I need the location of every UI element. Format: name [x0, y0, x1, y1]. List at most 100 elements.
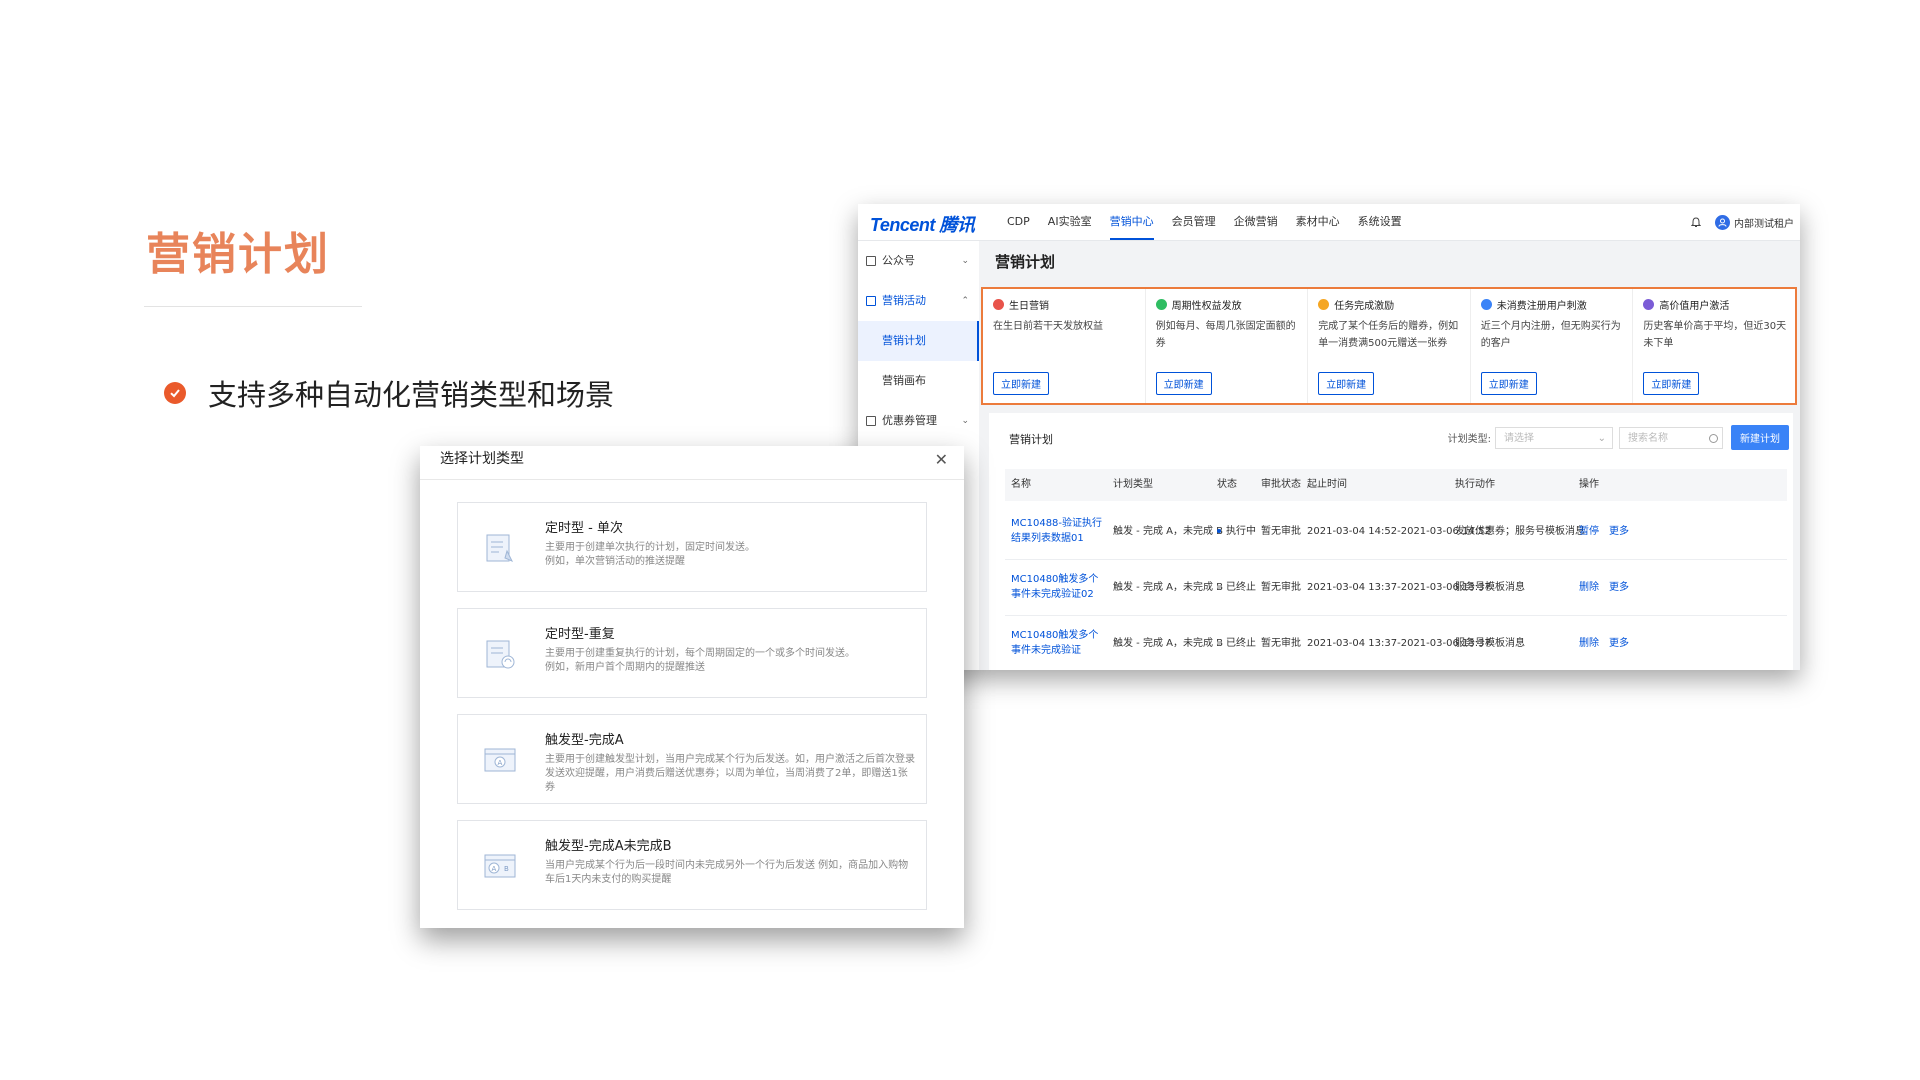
pause-link[interactable]: 暂停: [1579, 503, 1599, 559]
nav-item-wecom[interactable]: 企微营销: [1225, 204, 1287, 240]
diamond-icon: [1643, 299, 1655, 310]
plan-type-option-scheduled-once[interactable]: 定时型 - 单次 主要用于创建单次执行的计划，固定时间发送。 例如，单次营销活动…: [457, 502, 927, 592]
status-dot: [1217, 585, 1221, 589]
slide-title: 营销计划: [146, 229, 330, 280]
nav-item-cdp[interactable]: CDP: [998, 204, 1039, 240]
plan-type-option-trigger-a-not-b[interactable]: AB 触发型-完成A未完成B 当用户完成某个行为后一段时间内未完成另外一个行为后…: [457, 820, 927, 910]
new-plan-button[interactable]: 新建计划: [1731, 425, 1789, 450]
nav-item-marketing-center[interactable]: 营销中心: [1101, 204, 1163, 240]
nav-menu: CDP AI实验室 营销中心 会员管理 企微营销 素材中心 系统设置: [998, 204, 1411, 240]
approval-cell: 暂无审批: [1261, 525, 1301, 537]
option-title: 触发型-完成A未完成B: [545, 839, 672, 854]
sidebar-item-marketing-plan[interactable]: 营销计划: [858, 321, 979, 361]
plan-type-option-scheduled-repeat[interactable]: 定时型-重复 主要用于创建重复执行的计划，每个周期固定的一个或多个时间发送。 例…: [457, 608, 927, 698]
tencent-logo[interactable]: Tencent 腾讯: [870, 211, 975, 237]
create-now-button[interactable]: 立即新建: [1480, 372, 1537, 395]
close-icon[interactable]: ✕: [935, 450, 948, 469]
sidebar-item-marketing-activity[interactable]: 营销活动 ⌃: [858, 281, 979, 321]
chevron-up-icon: ⌃: [961, 296, 969, 306]
nav-right: 内部测试租户: [1691, 204, 1794, 240]
book-icon: [866, 416, 876, 426]
nav-item-material[interactable]: 素材中心: [1287, 204, 1349, 240]
user-name[interactable]: 内部测试租户: [1734, 215, 1794, 230]
sidebar-item-official-account[interactable]: 公众号 ⌄: [858, 241, 979, 281]
delete-link[interactable]: 删除: [1579, 559, 1599, 615]
more-link[interactable]: 更多: [1609, 559, 1629, 615]
table-row: MC10488-验证执行结果列表数据01 触发 - 完成 A，未完成 B 执行中…: [1005, 503, 1787, 560]
task-icon: [1318, 299, 1330, 310]
check-circle-icon: [164, 382, 186, 404]
title-divider: [144, 306, 362, 307]
option-desc: 主要用于创建重复执行的计划，每个周期固定的一个或多个时间发送。 例如，新用户首个…: [545, 648, 855, 673]
svg-text:B: B: [504, 865, 509, 873]
svg-text:A: A: [492, 865, 497, 873]
card-desc: 历史客单价高于平均，但近30天未下单: [1643, 321, 1787, 349]
status-cell: 已终止: [1217, 559, 1256, 615]
status-cell: 已终止: [1217, 615, 1256, 670]
status-dot: [1217, 641, 1221, 645]
status-dot: [1217, 529, 1221, 533]
bullet-point: 支持多种自动化营销类型和场景: [164, 372, 614, 414]
approval-cell: 暂无审批: [1261, 637, 1301, 649]
scenario-card-task: 任务完成激励 完成了某个任务后的赠券，例如单一消费满500元赠送一张券 立即新建: [1308, 289, 1471, 403]
card-desc: 完成了某个任务后的赠券，例如单一消费满500元赠送一张券: [1318, 321, 1459, 349]
table-filters: 计划类型: 请选择 ⌄ 搜索名称 新建计划: [1448, 425, 1789, 450]
bullet-text: 支持多种自动化营销类型和场景: [208, 378, 615, 412]
status-cell: 执行中: [1217, 503, 1256, 559]
plan-name-link[interactable]: MC10488-验证执行结果列表数据01: [1011, 503, 1107, 559]
column-header: 计划类型: [1113, 479, 1153, 490]
nav-item-member[interactable]: 会员管理: [1163, 204, 1225, 240]
more-link[interactable]: 更多: [1609, 503, 1629, 559]
create-now-button[interactable]: 立即新建: [1155, 372, 1212, 395]
status-text: 执行中: [1226, 525, 1256, 537]
search-icon[interactable]: [1709, 433, 1718, 443]
plan-type-option-trigger-a[interactable]: A 触发型-完成A 主要用于创建触发型计划，当用户完成某个行为后发送。如，用户激…: [457, 714, 927, 804]
create-now-button[interactable]: 立即新建: [1643, 372, 1700, 395]
table-header: 名称 计划类型 状态 审批状态 起止时间 执行动作 操作: [1005, 469, 1787, 501]
sidebar-item-coupon[interactable]: 优惠券管理 ⌄: [858, 401, 979, 441]
search-input[interactable]: 搜索名称: [1619, 426, 1723, 449]
table-row: MC10480触发多个事件未完成验证 触发 - 完成 A，未完成 B 已终止 暂…: [1005, 615, 1787, 670]
action-cell: 服务号模板消息: [1455, 637, 1525, 649]
plan-type-cell: 触发 - 完成 A，未完成 B: [1113, 581, 1224, 593]
more-link[interactable]: 更多: [1609, 615, 1629, 670]
table-row: MC10480触发多个事件未完成验证02 触发 - 完成 A，未完成 B 已终止…: [1005, 559, 1787, 616]
scenario-card-periodic: 周期性权益发放 例如每月、每周几张固定面额的券 立即新建: [1146, 289, 1309, 403]
table-title: 营销计划: [1009, 433, 1053, 446]
sidebar-item-marketing-canvas[interactable]: 营销画布: [858, 361, 979, 401]
card-title: 任务完成激励: [1334, 301, 1395, 312]
dialog-title: 选择计划类型: [440, 451, 524, 467]
plan-type-select[interactable]: 请选择 ⌄: [1495, 426, 1613, 449]
calendar-icon: [1155, 299, 1167, 310]
plan-type-cell: 触发 - 完成 A，未完成 B: [1113, 525, 1224, 537]
dialog-divider: [420, 479, 964, 480]
nav-item-settings[interactable]: 系统设置: [1349, 204, 1411, 240]
status-text: 已终止: [1226, 637, 1256, 649]
main-content: 营销计划 生日营销 在生日前若干天发放权益 立即新建 周期性权益发放 例如每月、…: [979, 241, 1800, 670]
plan-name-link[interactable]: MC10480触发多个事件未完成验证: [1011, 615, 1107, 670]
user-icon: [1480, 299, 1492, 310]
chevron-down-icon: ⌄: [961, 416, 969, 426]
document-repeat-icon: [486, 640, 515, 669]
approval-cell: 暂无审批: [1261, 581, 1301, 593]
nav-item-ai-lab[interactable]: AI实验室: [1039, 204, 1101, 240]
card-desc: 例如每月、每周几张固定面额的券: [1155, 321, 1296, 349]
delete-link[interactable]: 删除: [1579, 615, 1599, 670]
sidebar-item-label: 营销活动: [882, 294, 926, 307]
avatar-icon[interactable]: [1715, 214, 1730, 230]
bell-icon[interactable]: [1691, 216, 1701, 228]
filter-label: 计划类型:: [1447, 434, 1491, 445]
plan-type-cell: 触发 - 完成 A，未完成 B: [1113, 637, 1224, 649]
app-screenshot: Tencent 腾讯 CDP AI实验室 营销中心 会员管理 企微营销 素材中心…: [858, 204, 1800, 670]
gift-icon: [993, 299, 1004, 310]
plan-name-link[interactable]: MC10480触发多个事件未完成验证02: [1011, 559, 1107, 615]
create-now-button[interactable]: 立即新建: [1318, 372, 1375, 395]
column-header: 审批状态: [1261, 479, 1301, 490]
action-cell: 服务号模板消息: [1455, 581, 1525, 593]
card-title: 未消费注册用户刺激: [1496, 301, 1587, 312]
scenario-cards: 生日营销 在生日前若干天发放权益 立即新建 周期性权益发放 例如每月、每周几张固…: [981, 287, 1797, 405]
create-now-button[interactable]: 立即新建: [993, 372, 1049, 395]
top-nav: Tencent 腾讯 CDP AI实验室 营销中心 会员管理 企微营销 素材中心…: [858, 204, 1800, 241]
checkbox-square-icon: [866, 296, 876, 306]
sidebar-item-label: 公众号: [882, 254, 915, 267]
